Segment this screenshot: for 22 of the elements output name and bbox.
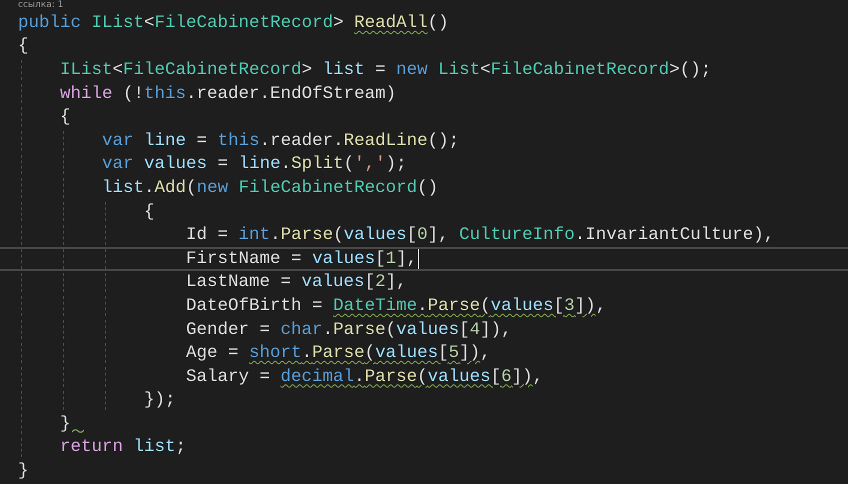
reference-count[interactable]: ссылка: 1 (18, 0, 64, 11)
code-line: } (59, 414, 71, 434)
code-line: }); (143, 390, 176, 410)
code-line: public IList<FileCabinetRecord> ReadAll() (18, 12, 449, 33)
code-line: var line = this.reader.ReadLine(); (101, 130, 460, 151)
code-line: } (18, 461, 29, 482)
code-line: Age = short.Parse(values[5]), (185, 343, 491, 364)
code-line: Id = int.Parse(values[0], CultureInfo.InvariantCulture), (185, 225, 774, 246)
code-line: while (!this.reader.EndOfStream) (59, 84, 396, 104)
code-line: { (18, 36, 29, 56)
code-line: { (143, 202, 155, 222)
code-line: FirstName = values[1], (185, 248, 418, 269)
code-line: var values = line.Split(','); (101, 154, 407, 174)
code-line: Gender = char.Parse(values[4]), (185, 320, 512, 340)
text-cursor (418, 248, 420, 269)
code-line: LastName = values[2], (185, 272, 407, 292)
code-line: list.Add(new FileCabinetRecord() (101, 178, 438, 198)
code-line: DateOfBirth = DateTime.Parse(values[3]), (185, 296, 606, 316)
code-line: IList<FileCabinetRecord> list = new List<FileCabinetRecord>(); (59, 60, 712, 80)
code-line: Salary = decimal.Parse(values[6]), (185, 366, 544, 387)
code-line: return list; (59, 437, 186, 458)
code-line: { (59, 107, 71, 128)
